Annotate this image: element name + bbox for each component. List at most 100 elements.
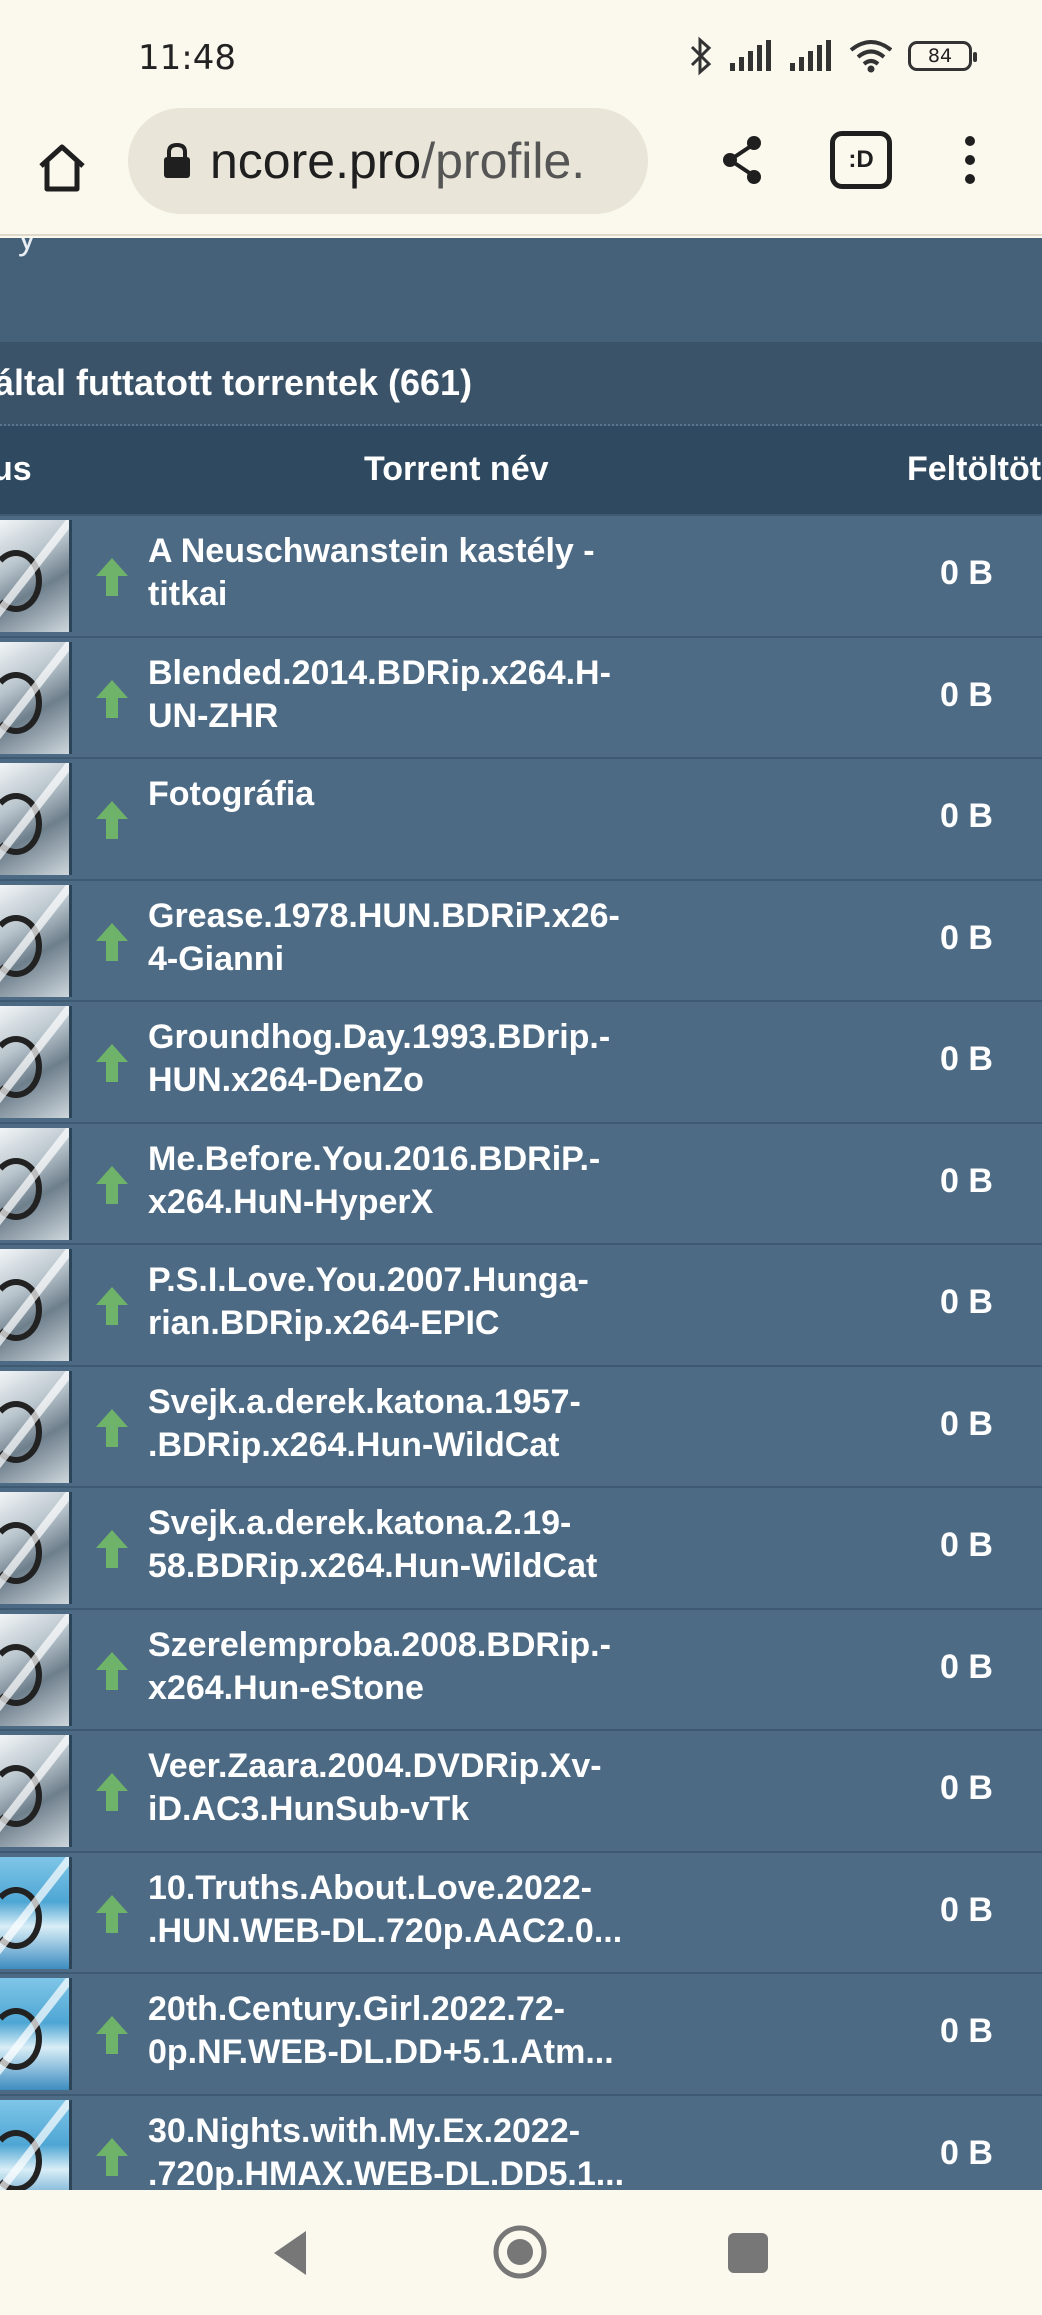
url-domain: ncore.pro [210,133,422,189]
torrent-name-link[interactable]: Grease.1978.HUN.BDRiP.x26- 4-Gianni [148,895,648,981]
torrent-row[interactable]: Veer.Zaara.2004.DVDRip.Xv- iD.AC3.HunSub… [0,1731,1042,1853]
status-time: 11:48 [138,38,236,78]
overflow-menu-button[interactable] [950,128,990,192]
category-icon[interactable] [0,763,72,875]
signal-icon [790,40,831,71]
seeding-arrow-icon [94,1407,130,1449]
bluetooth-icon [690,36,712,76]
category-icon[interactable] [0,1613,72,1726]
seeding-arrow-icon [94,2136,130,2178]
status-bar: 11:48 84 [0,0,1042,98]
torrent-name-link[interactable]: Groundhog.Day.1993.BDrip.- HUN.x264-DenZ… [148,1016,648,1102]
category-icon[interactable] [0,1006,72,1118]
torrent-row[interactable]: Me.Before.You.2016.BDRiP.- x264.HuN-Hype… [0,1123,1042,1245]
table-header: us Torrent név Feltöltöt [0,426,1042,514]
category-icon[interactable] [0,1127,72,1240]
status-icons: 84 [688,36,977,76]
back-button[interactable] [270,2228,310,2283]
torrent-list: A Neuschwanstein kastély - titkai 0 B Blen… [0,516,1042,2190]
top-band: y [0,238,1042,342]
torrent-name-link[interactable]: Veer.Zaara.2004.DVDRip.Xv- iD.AC3.HunSub… [148,1745,648,1831]
menu-dot [965,136,975,146]
column-uploaded[interactable]: Feltöltöt [907,450,1041,489]
battery-icon: 84 [908,41,977,71]
back-icon [274,2231,306,2275]
signal-icon [730,40,771,71]
torrent-row[interactable]: Szerelemproba.2008.BDRip.- x264.Hun-eSto… [0,1609,1042,1731]
seeding-arrow-icon [94,1893,130,1935]
torrent-row[interactable]: 20th.Century.Girl.2022.72- 0p.NF.WEB-DL.… [0,1974,1042,2096]
category-icon[interactable] [0,1856,72,1969]
torrent-name-link[interactable]: Svejk.a.derek.katona.1957- .BDRip.x264.H… [148,1381,648,1467]
home-circle-icon [493,2225,547,2279]
address-bar[interactable]: ncore.pro/profile. [128,108,648,214]
seeding-arrow-icon [94,556,130,598]
column-status[interactable]: us [0,450,32,489]
torrent-row[interactable]: 10.Truths.About.Love.2022- .HUN.WEB-DL.7… [0,1852,1042,1974]
torrent-row[interactable]: Svejk.a.derek.katona.1957- .BDRip.x264.H… [0,1366,1042,1488]
lock-icon [164,142,190,178]
torrent-name-link[interactable]: Szerelemproba.2008.BDRip.- x264.Hun-eSto… [148,1624,648,1710]
torrent-name-link[interactable]: Svejk.a.derek.katona.2.19- 58.BDRip.x264… [148,1502,648,1588]
torrent-row[interactable]: Grease.1978.HUN.BDRiP.x26- 4-Gianni 0 B [0,880,1042,1002]
torrent-row[interactable]: Blended.2014.BDRip.x264.H- UN-ZHR 0 B [0,637,1042,759]
system-nav-bar [0,2190,1042,2315]
category-icon[interactable] [0,641,72,754]
tab-switcher-button[interactable]: :D [830,131,892,189]
seeding-arrow-icon [94,678,130,720]
phone-screen: 11:48 84 ncore.pro/profile.:D által fut… [0,0,1042,2315]
category-icon[interactable] [0,1370,72,1483]
torrent-name-link[interactable]: Me.Before.You.2016.BDRiP.- x264.HuN-Hype… [148,1138,648,1224]
home-button[interactable] [30,136,94,200]
seeding-arrow-icon [94,1771,130,1813]
column-torrent-name[interactable]: Torrent név [364,450,549,489]
share-button[interactable] [710,128,774,192]
uploaded-size: 0 B [940,797,993,835]
torrent-name-link[interactable]: 10.Truths.About.Love.2022- .HUN.WEB-DL.7… [148,1867,648,1953]
torrent-name-link[interactable]: 30.Nights.with.My.Ex.2022- .720p.HMAX.WE… [148,2110,648,2191]
recents-button[interactable] [728,2233,768,2273]
uploaded-size: 0 B [940,1283,993,1321]
torrent-name-link[interactable]: 20th.Century.Girl.2022.72- 0p.NF.WEB-DL.… [148,1988,648,2074]
category-icon[interactable] [0,1735,72,1847]
category-icon[interactable] [0,520,72,632]
category-icon[interactable] [0,1978,72,2090]
menu-dot [965,155,975,165]
top-band-text: y [18,238,36,258]
uploaded-size: 0 B [940,1769,993,1807]
torrent-name-link[interactable]: Blended.2014.BDRip.x264.H- UN-ZHR [148,652,648,738]
browser-toolbar: ncore.pro/profile. :D [0,98,1042,236]
torrent-name-link[interactable]: P.S.I.Love.You.2007.Hunga- rian.BDRip.x2… [148,1259,648,1345]
uploaded-size: 0 B [940,1161,993,1200]
url-path: /profile. [421,133,586,189]
wifi-icon [849,40,893,73]
category-icon[interactable] [0,884,72,997]
uploaded-size: 0 B [940,1040,993,1078]
home-nav-button[interactable] [490,2222,550,2287]
uploaded-size: 0 B [940,1890,993,1929]
torrent-row[interactable]: P.S.I.Love.You.2007.Hunga- rian.BDRip.x2… [0,1245,1042,1367]
uploaded-size: 0 B [940,2012,993,2050]
uploaded-size: 0 B [940,1526,993,1564]
torrent-name-link[interactable]: A Neuschwanstein kastély - titkai [148,530,648,616]
category-icon[interactable] [0,1249,72,1361]
menu-dot [965,174,975,184]
url-text: ncore.pro/profile. [210,132,585,190]
seeding-arrow-icon [94,1042,130,1084]
web-content: y által futtatott torrentek (661) us Tor… [0,238,1042,2190]
torrent-row[interactable]: A Neuschwanstein kastély - titkai 0 B [0,516,1042,638]
uploaded-size: 0 B [940,675,993,714]
category-icon[interactable] [0,1492,72,1604]
torrent-row[interactable]: Groundhog.Day.1993.BDrip.- HUN.x264-DenZ… [0,1002,1042,1124]
torrent-row[interactable]: Svejk.a.derek.katona.2.19- 58.BDRip.x264… [0,1488,1042,1610]
torrent-row[interactable]: Fotográfia 0 B [0,759,1042,881]
uploaded-size: 0 B [940,918,993,957]
uploaded-size: 0 B [940,1647,993,1686]
torrent-name-link[interactable]: Fotográfia [148,773,648,816]
uploaded-size: 0 B [940,2133,993,2172]
seeding-arrow-icon [94,1528,130,1570]
torrent-row[interactable]: 30.Nights.with.My.Ex.2022- .720p.HMAX.WE… [0,2095,1042,2191]
seeding-arrow-icon [94,799,130,841]
battery-level: 84 [927,45,953,67]
category-icon[interactable] [0,2099,72,2190]
